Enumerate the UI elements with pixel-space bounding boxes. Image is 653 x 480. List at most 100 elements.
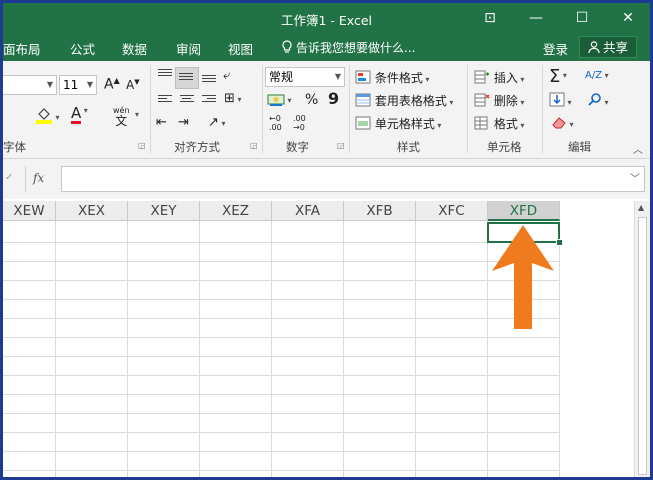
- fill-button[interactable]: ▾: [549, 92, 572, 108]
- align-bottom-icon[interactable]: [202, 75, 216, 87]
- sort-filter-button[interactable]: A/Z ▾: [585, 70, 609, 81]
- column-header-xew[interactable]: XEW: [3, 201, 56, 221]
- column-header-xey[interactable]: XEY: [128, 201, 200, 221]
- column-header-xez[interactable]: XEZ: [200, 201, 272, 221]
- conditional-format-icon: [355, 70, 371, 84]
- scroll-up-icon[interactable]: ▲: [638, 203, 644, 212]
- fill-color-button[interactable]: ▾: [35, 107, 60, 128]
- annotation-arrow-icon: [492, 225, 554, 329]
- expand-formula-icon[interactable]: ﹀: [630, 170, 640, 185]
- tab-review[interactable]: 审阅: [176, 39, 201, 58]
- tell-me-text: 告诉我您想要做什么...: [296, 41, 416, 55]
- orientation-icon: ↗: [208, 115, 219, 130]
- alignment-dialog-launcher-icon[interactable]: ◲: [250, 141, 258, 150]
- tab-view[interactable]: 视图: [228, 39, 253, 58]
- wrap-text-icon[interactable]: ⤶: [223, 68, 230, 83]
- gridline: [3, 375, 560, 376]
- group-divider: [542, 65, 543, 153]
- conditional-formatting-button[interactable]: 条件格式 ▾: [355, 69, 429, 86]
- ribbon-display-icon: ⊡: [484, 10, 496, 26]
- format-label: 格式: [493, 117, 518, 131]
- scroll-thumb[interactable]: [638, 217, 647, 475]
- insert-cells-button[interactable]: 插入 ▾: [474, 69, 524, 86]
- font-name-combo[interactable]: ▼: [3, 75, 57, 95]
- decrease-indent-icon[interactable]: ⇤: [156, 115, 167, 130]
- clear-button[interactable]: ▾: [551, 116, 574, 130]
- percent-style-button[interactable]: %: [305, 92, 318, 108]
- close-icon: ✕: [622, 10, 634, 26]
- tab-formulas[interactable]: 公式: [70, 39, 95, 58]
- font-color-button[interactable]: A ▾: [71, 106, 88, 124]
- align-middle-icon: [179, 73, 193, 85]
- increase-decimal-button[interactable]: ←0 .00: [269, 114, 282, 132]
- gridline: [55, 221, 56, 477]
- tab-data[interactable]: 数据: [122, 39, 147, 58]
- decrease-font-button[interactable]: A▼: [126, 78, 140, 92]
- tell-me-box[interactable]: 告诉我您想要做什么...: [281, 39, 415, 56]
- number-format-combo[interactable]: 常规 ▼: [265, 67, 345, 87]
- tab-page-layout[interactable]: 面布局: [3, 39, 41, 58]
- chevron-down-icon[interactable]: ▾: [135, 110, 139, 119]
- enter-check-icon[interactable]: ✓: [5, 172, 13, 183]
- column-header-xex[interactable]: XEX: [56, 201, 128, 221]
- align-left-icon[interactable]: [158, 95, 172, 107]
- gridline: [343, 221, 344, 477]
- column-header-xfc[interactable]: XFC: [416, 201, 488, 221]
- format-cells-button[interactable]: 格式 ▾: [474, 115, 524, 132]
- cell-styles-button[interactable]: 单元格样式 ▾: [355, 115, 441, 132]
- autosum-button[interactable]: Σ ▾: [549, 66, 567, 87]
- worksheet-grid[interactable]: XEW XEX XEY XEZ XFA XFB XFC XFD: [3, 201, 634, 477]
- format-as-table-label: 套用表格格式: [374, 94, 447, 108]
- sign-in-link[interactable]: 登录: [543, 39, 568, 58]
- font-size-combo[interactable]: 11 ▼: [59, 75, 97, 95]
- phonetic-guide-button[interactable]: wén 文: [113, 105, 130, 127]
- gridline: [3, 318, 560, 319]
- increase-decimal-bottom: .00: [269, 123, 282, 132]
- vertical-scrollbar[interactable]: ▲: [634, 201, 650, 477]
- close-button[interactable]: ✕: [605, 3, 650, 33]
- chevron-down-icon: ▼: [86, 80, 93, 89]
- minimize-icon: —: [529, 10, 543, 26]
- number-dialog-launcher-icon[interactable]: ◲: [337, 141, 345, 150]
- align-top-icon[interactable]: [158, 69, 172, 81]
- chevron-down-icon: ▼: [334, 72, 341, 81]
- gridline: [3, 261, 560, 262]
- eraser-icon: [552, 117, 566, 129]
- maximize-button[interactable]: ☐: [559, 3, 605, 33]
- share-button[interactable]: 共享: [579, 36, 637, 58]
- column-header-xfb[interactable]: XFB: [344, 201, 416, 221]
- gridline: [199, 221, 200, 477]
- column-header-xfd[interactable]: XFD: [488, 201, 560, 221]
- gridline: [3, 280, 560, 281]
- sigma-icon: Σ: [549, 66, 561, 87]
- chevron-down-icon: ▼: [46, 80, 53, 89]
- increase-indent-icon[interactable]: ⇥: [178, 115, 189, 130]
- align-center-icon[interactable]: [180, 95, 194, 107]
- excel-window: 工作簿1 - Excel ⊡ — ☐ ✕ 面布局 公式 数据 审阅 视图 告诉我…: [3, 3, 650, 477]
- ribbon-display-options-button[interactable]: ⊡: [467, 3, 513, 33]
- minimize-button[interactable]: —: [513, 3, 559, 33]
- divider: [25, 166, 26, 192]
- orientation-button[interactable]: ↗ ▾: [208, 115, 225, 130]
- accounting-format-button[interactable]: ▾: [267, 92, 292, 111]
- comma-style-button[interactable]: 9: [328, 89, 339, 108]
- phonetic-bottom-text: 文: [115, 114, 128, 128]
- gridline: [3, 356, 560, 357]
- formula-input[interactable]: ﹀: [61, 166, 645, 192]
- delete-label: 删除: [493, 94, 518, 108]
- font-dialog-launcher-icon[interactable]: ◲: [138, 141, 146, 150]
- search-icon: [588, 93, 601, 106]
- format-as-table-button[interactable]: 套用表格格式 ▾: [355, 92, 453, 109]
- collapse-ribbon-icon[interactable]: ︿: [633, 141, 643, 156]
- merge-center-button[interactable]: ⊞ ▾: [224, 91, 241, 106]
- find-select-button[interactable]: ▾: [587, 92, 609, 108]
- delete-cells-button[interactable]: 删除 ▾: [474, 92, 524, 109]
- column-header-xfa[interactable]: XFA: [272, 201, 344, 221]
- decrease-decimal-button[interactable]: .00 →0: [293, 114, 306, 132]
- increase-font-button[interactable]: A▲: [104, 76, 120, 93]
- align-right-icon[interactable]: [202, 95, 216, 107]
- insert-function-button[interactable]: fx: [33, 171, 44, 185]
- ribbon-tabs: 面布局 公式 数据 审阅 视图 告诉我您想要做什么... 登录 共享: [3, 33, 650, 61]
- maximize-icon: ☐: [575, 10, 589, 26]
- delete-icon: [474, 93, 490, 107]
